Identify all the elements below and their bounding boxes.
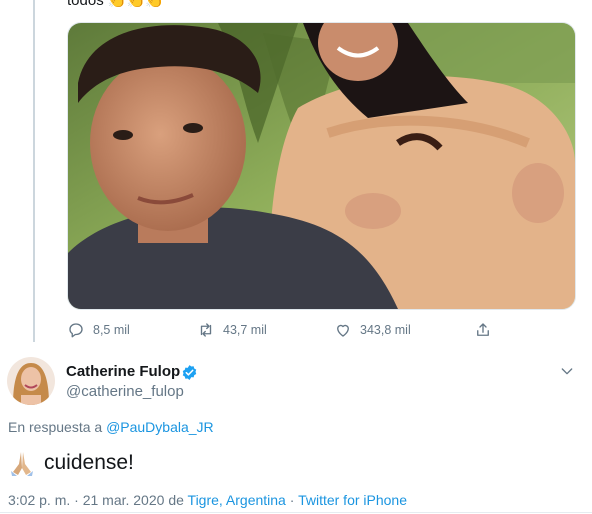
- share-icon: [477, 323, 489, 336]
- share-button[interactable]: [474, 321, 492, 339]
- previous-tweet-text: todos 👏👏👏: [67, 0, 164, 9]
- like-count: 343,8 mil: [360, 323, 411, 337]
- divider: [0, 512, 592, 513]
- reply-context: En respuesta a @PauDybala_JR: [8, 419, 214, 435]
- retweet-button[interactable]: 43,7 mil: [197, 321, 334, 339]
- avatar[interactable]: [7, 357, 55, 405]
- photo-image: [68, 23, 575, 309]
- display-name[interactable]: Catherine Fulop: [66, 363, 180, 380]
- user-handle[interactable]: @catherine_fulop: [66, 383, 184, 400]
- location-link[interactable]: Tigre, Argentina: [188, 492, 286, 508]
- tweet-timestamp[interactable]: 3:02 p. m. · 21 mar. 2020: [8, 492, 164, 508]
- retweet-icon: [200, 323, 212, 337]
- tweet-meta: 3:02 p. m. · 21 mar. 2020 de Tigre, Arge…: [8, 492, 407, 508]
- verified-badge-icon: [182, 365, 197, 380]
- source-link[interactable]: Twitter for iPhone: [298, 492, 407, 508]
- reply-count: 8,5 mil: [93, 323, 130, 337]
- tweet-photo[interactable]: [67, 22, 576, 310]
- retweet-count: 43,7 mil: [223, 323, 267, 337]
- reply-to-link[interactable]: @PauDybala_JR: [106, 419, 214, 435]
- reply-prefix: En respuesta a: [8, 419, 103, 435]
- meta-de: de: [168, 492, 184, 508]
- thread-line: [33, 0, 35, 342]
- tweet-body-text: cuidense!: [44, 451, 134, 474]
- chevron-down-icon[interactable]: [559, 363, 575, 379]
- reply-button[interactable]: 8,5 mil: [67, 321, 197, 339]
- like-button[interactable]: 343,8 mil: [334, 321, 474, 339]
- avatar-image: [7, 357, 55, 405]
- like-icon: [337, 324, 349, 337]
- meta-separator: ·: [289, 492, 295, 508]
- tweet-actions: 8,5 mil 43,7 mil 343,8 mil: [67, 318, 497, 342]
- reply-icon: [69, 323, 83, 338]
- folded-hands-icon: [11, 452, 33, 476]
- tweet-text: cuidense!: [8, 450, 134, 476]
